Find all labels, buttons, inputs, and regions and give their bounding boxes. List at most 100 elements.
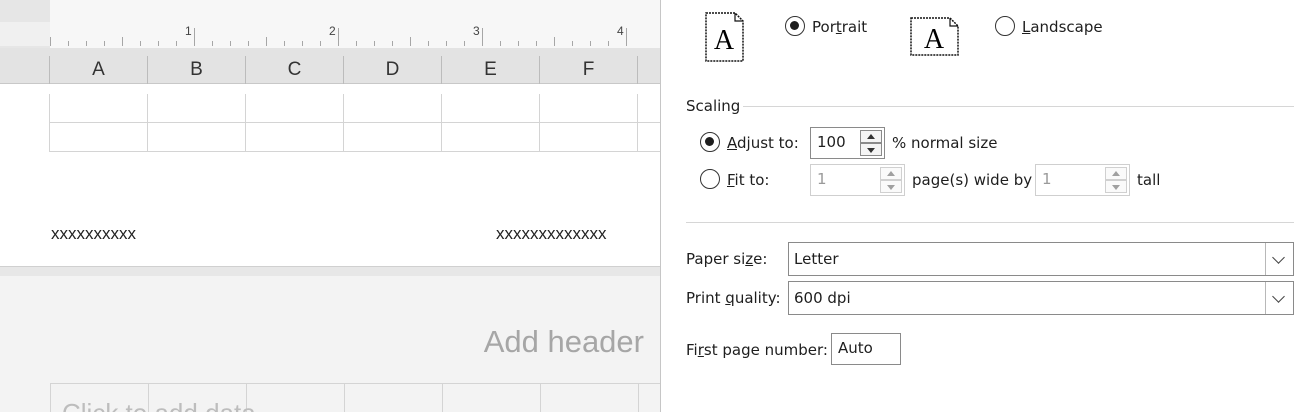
- ruler-tick: [500, 41, 501, 46]
- ruler-tick: [590, 41, 591, 46]
- horizontal-ruler[interactable]: 1 2 3 4: [50, 0, 660, 48]
- arrow-down-icon: [867, 148, 875, 153]
- grid-cell[interactable]: [246, 94, 344, 123]
- worksheet-page: xxxxxxxxxx xxxxxxxxxxxxx: [0, 84, 660, 266]
- spin-down-button[interactable]: [880, 180, 902, 193]
- paper-size-dropdown-button[interactable]: [1265, 243, 1293, 275]
- spin-down-button[interactable]: [860, 143, 882, 156]
- arrow-up-icon: [887, 171, 895, 176]
- first-page-number-label-text: Fi: [686, 341, 698, 359]
- spin-up-button[interactable]: [880, 167, 902, 180]
- paper-size-label: Paper size:: [686, 250, 767, 268]
- svg-text:A: A: [714, 25, 735, 56]
- ruler-tick: [410, 37, 411, 46]
- column-header-f[interactable]: F: [540, 56, 638, 84]
- grid-cell[interactable]: [442, 123, 540, 152]
- portrait-label-text: Por: [812, 18, 836, 36]
- ruler-tick: [572, 41, 573, 46]
- grid-cell[interactable]: [638, 94, 660, 123]
- grid-cell[interactable]: [540, 383, 638, 412]
- column-header-e[interactable]: E: [442, 56, 540, 84]
- fit-tall-spin-buttons: [1105, 167, 1127, 193]
- fit-to-radio[interactable]: [700, 169, 720, 189]
- spin-down-button[interactable]: [1105, 180, 1127, 193]
- ruler-tick: [212, 41, 213, 46]
- print-quality-label-text: Print: [686, 289, 726, 307]
- grid-cell[interactable]: [344, 94, 442, 123]
- ruler-tick: [248, 41, 249, 46]
- grid-cell[interactable]: [246, 383, 344, 412]
- ruler-tick: [608, 41, 609, 46]
- ruler-tick: [356, 41, 357, 46]
- first-page-number-label: First page number:: [686, 341, 828, 359]
- paper-size-select[interactable]: Letter: [788, 242, 1294, 276]
- fit-to-label[interactable]: Fit to:: [727, 171, 769, 189]
- adjust-to-spinner[interactable]: 100: [810, 127, 885, 159]
- spin-up-button[interactable]: [1105, 167, 1127, 180]
- fit-tall-spinner[interactable]: 1: [1035, 164, 1130, 196]
- add-header-placeholder[interactable]: Add header: [484, 324, 644, 360]
- grid-cell[interactable]: [148, 123, 246, 152]
- grid-cell[interactable]: [638, 383, 660, 412]
- chevron-down-icon: [1272, 251, 1285, 264]
- print-quality-dropdown-button[interactable]: [1265, 282, 1293, 314]
- ruler-tick: [194, 28, 195, 46]
- fit-wide-spinner[interactable]: 1: [810, 164, 905, 196]
- ruler-tick: [338, 28, 339, 46]
- first-page-number-value: Auto: [838, 339, 873, 357]
- ruler-tick: [392, 41, 393, 46]
- adjust-to-label[interactable]: Adjust to:: [727, 134, 799, 152]
- ruler-tick: [554, 37, 555, 46]
- grid-cell[interactable]: [344, 123, 442, 152]
- ruler-tick: [68, 41, 69, 46]
- portrait-radio[interactable]: [785, 16, 805, 36]
- adjust-to-value: 100: [817, 133, 846, 151]
- landscape-page-icon: A: [910, 17, 959, 56]
- cell-value[interactable]: xxxxxxxxxxxxx: [496, 224, 607, 244]
- column-header-c[interactable]: C: [246, 56, 344, 84]
- page-break: [0, 266, 660, 276]
- scaling-divider: [743, 106, 1294, 107]
- ruler-tick: [86, 41, 87, 46]
- print-quality-value: 600 dpi: [794, 289, 851, 307]
- grid-cell[interactable]: [638, 123, 660, 152]
- grid-cell[interactable]: [540, 123, 638, 152]
- scaling-group-title: Scaling: [686, 97, 741, 115]
- adjust-to-radio[interactable]: [700, 132, 720, 152]
- fit-wide-value: 1: [817, 170, 827, 188]
- ruler-tick: [320, 41, 321, 46]
- cell-value[interactable]: xxxxxxxxxx: [51, 224, 136, 244]
- adjust-to-suffix: % normal size: [892, 134, 998, 152]
- print-quality-select[interactable]: 600 dpi: [788, 281, 1294, 315]
- ruler-tick: [176, 41, 177, 46]
- landscape-label[interactable]: Landscape: [1022, 18, 1103, 36]
- grid-cell[interactable]: [148, 94, 246, 123]
- fit-wide-spin-buttons: [880, 167, 902, 193]
- fit-tall-value: 1: [1042, 170, 1052, 188]
- grid-cell[interactable]: [50, 94, 148, 123]
- click-to-add-placeholder[interactable]: Click to add data: [62, 398, 256, 412]
- grid-cell[interactable]: [540, 94, 638, 123]
- grid-cell[interactable]: [50, 123, 148, 152]
- portrait-label[interactable]: Portrait: [812, 18, 867, 36]
- ruler-tick: [374, 41, 375, 46]
- adjust-to-label-text: djust to:: [737, 134, 799, 152]
- adjust-to-accel: A: [727, 134, 737, 152]
- grid-cell[interactable]: [442, 94, 540, 123]
- spin-up-button[interactable]: [860, 130, 882, 143]
- paper-size-label-text: e:: [753, 250, 768, 268]
- ruler-tick: [140, 41, 141, 46]
- column-header-b[interactable]: B: [148, 56, 246, 84]
- grid-cell[interactable]: [246, 123, 344, 152]
- column-header-d[interactable]: D: [344, 56, 442, 84]
- grid-cell[interactable]: [442, 383, 540, 412]
- portrait-label-text: rait: [841, 18, 868, 36]
- ruler-tick: [284, 41, 285, 46]
- arrow-down-icon: [1112, 185, 1120, 190]
- paper-size-label-text: Paper si: [686, 250, 746, 268]
- landscape-radio[interactable]: [995, 16, 1015, 36]
- column-header-a[interactable]: A: [50, 56, 148, 84]
- grid-cell[interactable]: [344, 383, 442, 412]
- ruler-corner: [0, 22, 50, 46]
- first-page-number-input[interactable]: Auto: [831, 333, 901, 365]
